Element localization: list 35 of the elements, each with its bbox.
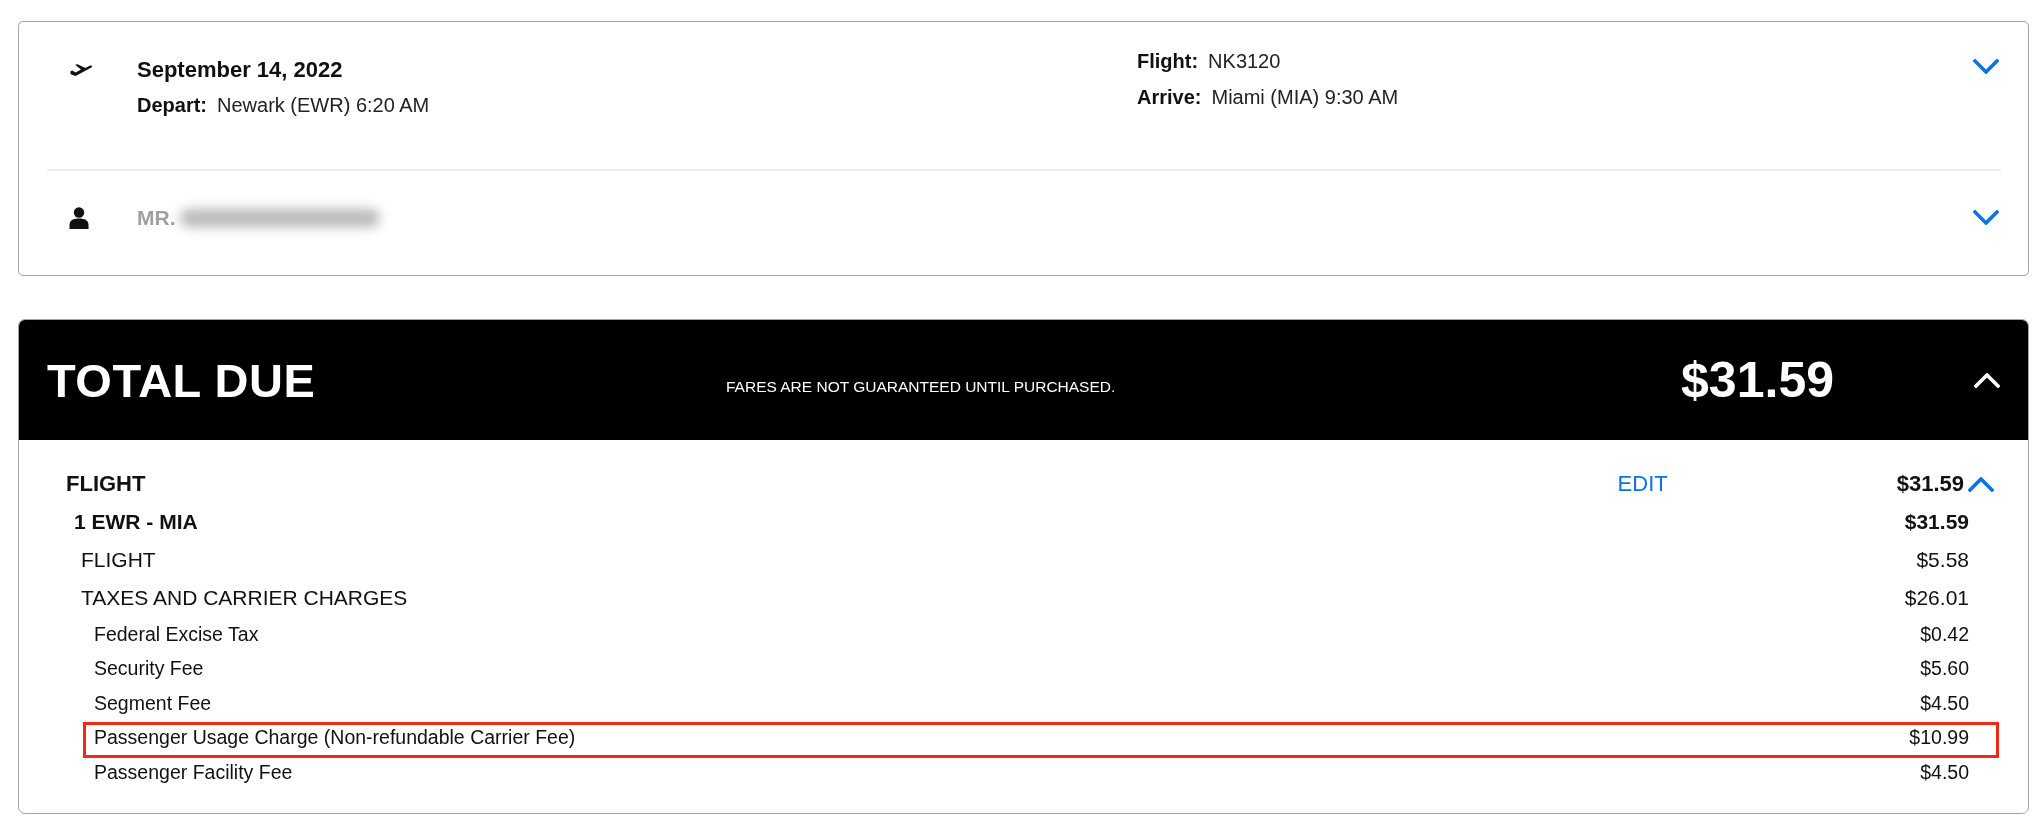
journey-label: 1 EWR - MIA: [74, 510, 198, 534]
fee-label: Passenger Facility Fee: [94, 760, 293, 784]
fee-label: Federal Excise Tax: [94, 622, 259, 646]
charge-label: TAXES AND CARRIER CHARGES: [81, 586, 408, 610]
fee-label: Segment Fee: [94, 691, 212, 715]
line-amount: $31.59: [1904, 510, 1969, 534]
airplane-icon: [69, 64, 93, 76]
section-amount: $31.59: [1896, 471, 1964, 497]
passenger-name: MR.: [137, 206, 176, 230]
line-amount: $4.50: [1920, 760, 1969, 784]
line-amount: $5.60: [1920, 657, 1969, 681]
line-amount: $0.42: [1920, 622, 1969, 646]
charge-label: FLIGHT: [81, 548, 156, 572]
depart-label: Depart:: [137, 93, 207, 118]
fee-label: Passenger Usage Charge (Non-refundable Carrier Fee): [94, 726, 576, 750]
chevron-down-icon[interactable]: [1973, 59, 1999, 74]
arrive-label: Arrive:: [1137, 85, 1202, 110]
line-amount: $10.99: [1909, 726, 1969, 750]
edit-link[interactable]: EDIT: [1617, 471, 1668, 497]
total-due-header[interactable]: TOTAL DUE FARES ARE NOT GUARANTEED UNTIL PURCHASED. $31.59: [19, 320, 2028, 440]
flight-date: September 14, 2022: [137, 56, 344, 84]
chevron-down-icon[interactable]: [1973, 210, 1999, 225]
total-amount: $31.59: [1681, 351, 1834, 409]
flight-number: NK3120: [1208, 49, 1281, 74]
person-icon: [69, 207, 89, 229]
flight-label: Flight:: [1137, 49, 1199, 74]
fee-label: Security Fee: [94, 657, 204, 681]
fare-notice: FARES ARE NOT GUARANTEED UNTIL PURCHASED.: [726, 378, 1116, 395]
line-amount: $5.58: [1916, 548, 1969, 572]
section-label: FLIGHT: [66, 471, 147, 497]
depart-value: Newark (EWR) 6:20 AM: [217, 93, 430, 118]
arrive-value: Miami (MIA) 9:30 AM: [1211, 85, 1399, 110]
line-amount: $26.01: [1904, 586, 1969, 610]
total-due-title: TOTAL DUE: [47, 353, 316, 407]
line-amount: $4.50: [1920, 691, 1969, 715]
